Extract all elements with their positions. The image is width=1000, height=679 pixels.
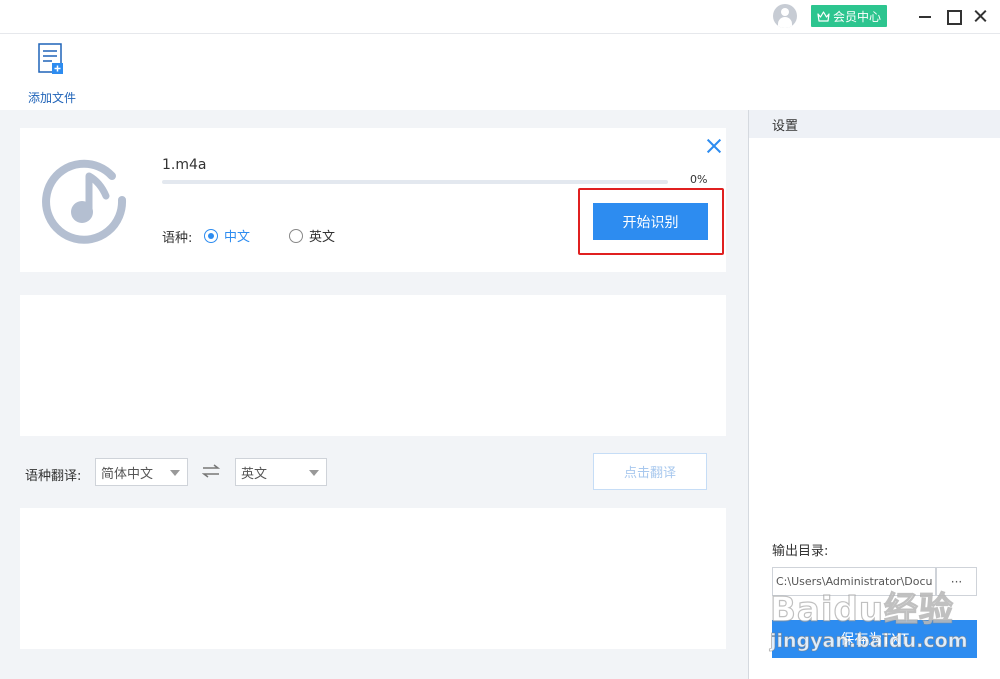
- radio-chinese[interactable]: 中文: [204, 226, 250, 245]
- translation-result-panel[interactable]: [20, 508, 726, 649]
- maximize-button[interactable]: [943, 6, 963, 26]
- settings-sidebar: 设置 输出目录: ··· 保存为TXT: [748, 110, 1000, 679]
- member-center-button[interactable]: 会员中心: [811, 5, 887, 27]
- output-path-input[interactable]: [772, 567, 936, 596]
- add-file-label: 添加文件: [27, 91, 76, 105]
- member-center-label: 会员中心: [832, 9, 881, 24]
- progress-bar: [162, 180, 668, 184]
- radio-chinese-label: 中文: [224, 230, 251, 245]
- settings-header: 设置: [749, 110, 1000, 138]
- radio-english[interactable]: 英文: [289, 226, 335, 245]
- output-dir-label: 输出目录:: [772, 544, 829, 559]
- main-panel: 1.m4a 0% 语种: 中文 英文 开始识别 语种翻译: 简体中文 英文 点击…: [0, 110, 748, 679]
- user-avatar[interactable]: [773, 4, 797, 28]
- source-language-value: 简体中文: [101, 466, 154, 482]
- music-note-icon: [42, 159, 127, 244]
- add-file-icon: [38, 43, 63, 74]
- translate-button[interactable]: 点击翻译: [593, 453, 707, 490]
- close-window-button[interactable]: [971, 6, 991, 26]
- language-label: 语种:: [162, 231, 193, 246]
- file-name: 1.m4a: [162, 157, 207, 173]
- target-language-select[interactable]: 英文: [235, 458, 327, 486]
- crown-icon: [817, 10, 830, 22]
- dropdown-caret-icon: [170, 470, 180, 476]
- progress-percent: 0%: [690, 173, 708, 186]
- translation-row: 语种翻译: 简体中文 英文 点击翻译: [0, 453, 748, 493]
- remove-file-icon[interactable]: [706, 138, 722, 154]
- start-recognition-button[interactable]: 开始识别: [593, 203, 708, 240]
- target-language-value: 英文: [241, 466, 268, 482]
- source-language-select[interactable]: 简体中文: [95, 458, 188, 486]
- radio-checked-icon: [204, 228, 218, 243]
- browse-button[interactable]: ···: [936, 567, 977, 596]
- toolbar: 添加文件: [0, 35, 1000, 109]
- radio-unchecked-icon: [289, 228, 303, 243]
- add-file-button[interactable]: 添加文件: [24, 41, 80, 105]
- file-card: 1.m4a 0% 语种: 中文 英文 开始识别: [20, 128, 726, 272]
- title-bar: 会员中心: [0, 0, 1000, 34]
- save-txt-button[interactable]: 保存为TXT: [772, 620, 977, 658]
- swap-languages-icon[interactable]: [202, 464, 220, 478]
- translation-label: 语种翻译:: [25, 469, 82, 484]
- minimize-button[interactable]: [915, 6, 935, 26]
- dropdown-caret-icon: [309, 470, 319, 476]
- recognition-result-panel[interactable]: [20, 295, 726, 436]
- radio-english-label: 英文: [309, 230, 336, 245]
